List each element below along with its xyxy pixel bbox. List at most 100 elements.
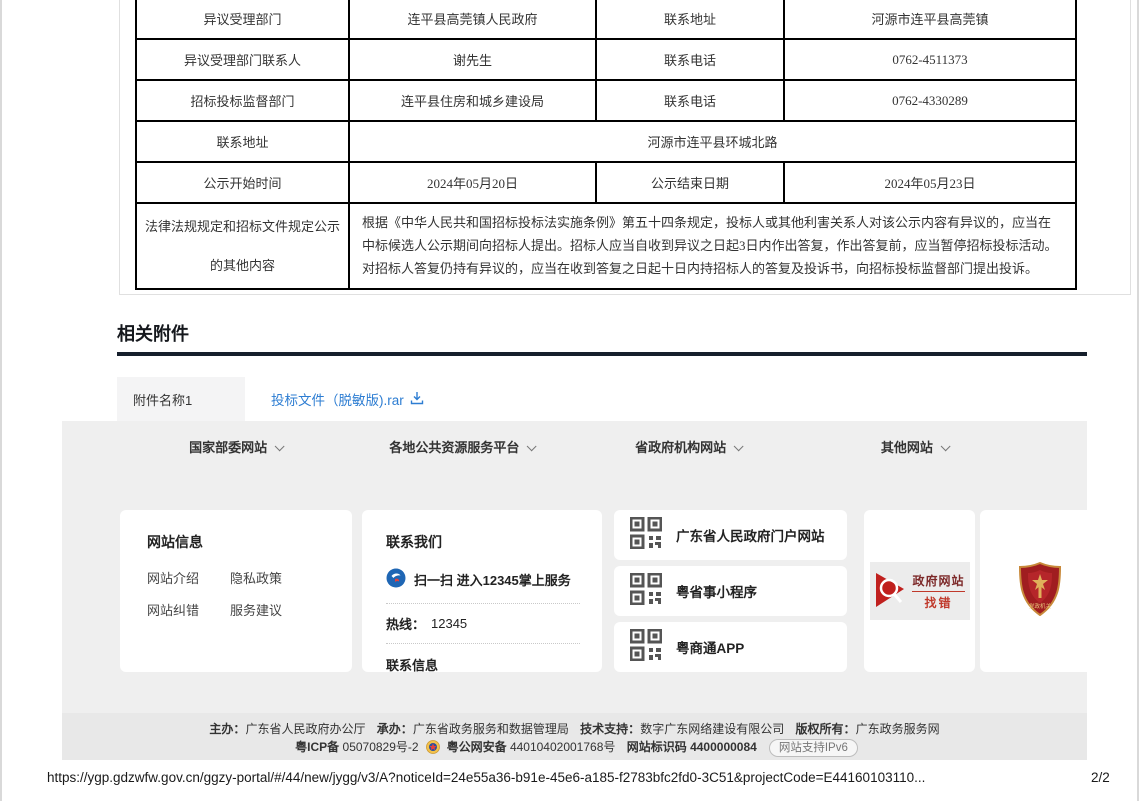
attachment-row: 附件名称1 投标文件（脱敏版).rar bbox=[117, 377, 1087, 421]
table-label-cell: 联系地址 bbox=[596, 0, 784, 39]
scan-12345-text: 扫一扫 进入12345掌上服务 bbox=[414, 570, 571, 589]
table-value-cell: 0762-4511373 bbox=[784, 39, 1076, 80]
copyright-owner-value: 广东政务服务网 bbox=[856, 722, 940, 736]
download-icon[interactable] bbox=[410, 391, 424, 408]
chevron-down-icon bbox=[734, 441, 744, 451]
link-site-intro[interactable]: 网站介绍 bbox=[147, 568, 230, 587]
ipv6-support-pill: 网站支持IPv6 bbox=[769, 739, 858, 757]
link-privacy-policy[interactable]: 隐私政策 bbox=[230, 568, 352, 587]
link-site-error-report[interactable]: 网站纠错 bbox=[147, 600, 230, 619]
notice-info-table: 异议受理部门 连平县高莞镇人民政府 联系地址 河源市连平县高莞镇 异议受理部门联… bbox=[135, 0, 1077, 290]
find-error-magnifier-icon bbox=[874, 569, 908, 614]
gov-agency-shield-icon: 党政机关 bbox=[1019, 562, 1061, 621]
table-label-cell: 联系电话 bbox=[596, 80, 784, 121]
tech-support-label: 技术支持： bbox=[580, 722, 640, 736]
qr-links-stack: 广东省人民政府门户网站 粤省事小程序 粤商通APP bbox=[614, 510, 847, 672]
contact-info-link[interactable]: 联系信息 bbox=[386, 644, 580, 674]
qr-link-gd-gov-portal[interactable]: 广东省人民政府门户网站 bbox=[614, 510, 847, 560]
nav-public-resource-platforms[interactable]: 各地公共资源服务平台 bbox=[348, 437, 574, 456]
gov-agency-shield-card[interactable]: 党政机关 bbox=[980, 510, 1087, 672]
table-label-cell: 异议受理部门 bbox=[136, 0, 349, 39]
copyright-strip: 主办：广东省人民政府办公厅 承办：广东省政务服务和数据管理局 技术支持：数字广东… bbox=[62, 713, 1087, 760]
find-error-badge-text: 政府网站 找错 bbox=[912, 572, 964, 611]
nav-other-sites[interactable]: 其他网站 bbox=[801, 437, 1027, 456]
site-info-title: 网站信息 bbox=[147, 532, 352, 552]
icp-label: 粤ICP备 bbox=[295, 740, 339, 754]
table-label-cell: 联系地址 bbox=[136, 121, 349, 162]
contact-card: 联系我们 扫一扫 进入12345掌上服务 热线： 12345 联系信息 bbox=[362, 510, 602, 672]
friendly-links-bar: 国家部委网站 各地公共资源服务平台 省政府机构网站 其他网站 bbox=[62, 421, 1087, 456]
nav-provincial-gov-sites[interactable]: 省政府机构网站 bbox=[575, 437, 801, 456]
table-label-text: 法律法规规定和招标文件规定公示的其他内容 bbox=[143, 207, 342, 285]
tech-support-value: 数字广东网络建设有限公司 bbox=[640, 722, 784, 736]
qr-code-icon bbox=[630, 573, 662, 610]
print-footer-bar: https://ygp.gdzwfw.gov.cn/ggzy-portal/#/… bbox=[2, 766, 1137, 790]
hotline-row: 热线： 12345 bbox=[386, 604, 580, 644]
attachment-name-tab[interactable]: 附件名称1 bbox=[117, 377, 245, 421]
table-row: 联系地址 河源市连平县环城北路 bbox=[136, 121, 1076, 162]
attachment-download-link[interactable]: 投标文件（脱敏版).rar bbox=[271, 377, 424, 421]
icp-number[interactable]: 05070829号-2 bbox=[343, 740, 419, 754]
table-label-cell: 公示开始时间 bbox=[136, 162, 349, 203]
table-row: 异议受理部门联系人 谢先生 联系电话 0762-4511373 bbox=[136, 39, 1076, 80]
table-legal-text-cell: 根据《中华人民共和国招标投标法实施条例》第五十四条规定，投标人或其他利害关系人对… bbox=[349, 203, 1076, 289]
table-label-cell: 公示结束日期 bbox=[596, 162, 784, 203]
chevron-down-icon bbox=[527, 441, 537, 451]
scan-12345-row[interactable]: 扫一扫 进入12345掌上服务 bbox=[386, 568, 580, 604]
site-info-card: 网站信息 网站介绍 隐私政策 网站纠错 服务建议 bbox=[120, 510, 352, 672]
site-code-label: 网站标识码 bbox=[627, 740, 687, 754]
qr-code-icon bbox=[630, 517, 662, 554]
qr-link-yueshengshi-miniapp[interactable]: 粤省事小程序 bbox=[614, 566, 847, 616]
organizer-label: 承办： bbox=[377, 722, 413, 736]
police-badge-icon bbox=[426, 740, 440, 759]
badge-line1: 政府网站 bbox=[912, 572, 964, 589]
psb-number[interactable]: 44010402001768号 bbox=[510, 740, 615, 754]
qr-link-label: 粤商通APP bbox=[676, 637, 744, 657]
nav-label: 其他网站 bbox=[881, 440, 933, 455]
find-error-badge[interactable]: 政府网站 找错 bbox=[870, 562, 970, 620]
table-row: 招标投标监督部门 连平县住房和城乡建设局 联系电话 0762-4330289 bbox=[136, 80, 1076, 121]
sponsor-value: 广东省人民政府办公厅 bbox=[245, 722, 365, 736]
table-value-cell: 河源市连平县高莞镇 bbox=[784, 0, 1076, 39]
table-label-cell: 联系电话 bbox=[596, 39, 784, 80]
site-footer-band: 国家部委网站 各地公共资源服务平台 省政府机构网站 其他网站 网站信息 网站介绍… bbox=[62, 421, 1087, 713]
copyright-owner-label: 版权所有： bbox=[796, 722, 856, 736]
shield-label-text: 党政机关 bbox=[1029, 602, 1052, 610]
badge-divider bbox=[912, 591, 964, 592]
table-value-cell: 0762-4330289 bbox=[784, 80, 1076, 121]
hotline-label: 热线： bbox=[386, 614, 425, 633]
table-label-cell: 异议受理部门联系人 bbox=[136, 39, 349, 80]
12345-service-icon bbox=[386, 568, 406, 591]
page-url-text: https://ygp.gdzwfw.gov.cn/ggzy-portal/#/… bbox=[47, 770, 925, 785]
table-value-cell: 2024年05月20日 bbox=[349, 162, 596, 203]
table-value-cell: 连平县住房和城乡建设局 bbox=[349, 80, 596, 121]
attachment-file-name[interactable]: 投标文件（脱敏版).rar bbox=[271, 389, 404, 409]
psb-label: 粤公网安备 bbox=[447, 740, 507, 754]
contact-title: 联系我们 bbox=[386, 532, 580, 552]
nav-national-ministry-sites[interactable]: 国家部委网站 bbox=[122, 437, 348, 456]
qr-link-label: 粤省事小程序 bbox=[676, 581, 757, 601]
table-row: 法律法规规定和招标文件规定公示的其他内容 根据《中华人民共和国招标投标法实施条例… bbox=[136, 203, 1076, 289]
qr-link-yueshangtong-app[interactable]: 粤商通APP bbox=[614, 622, 847, 672]
page-number-indicator: 2/2 bbox=[1091, 770, 1110, 785]
organizer-value: 广东省政务服务和数据管理局 bbox=[413, 722, 569, 736]
gov-site-error-badge-card[interactable]: 政府网站 找错 bbox=[864, 510, 975, 672]
qr-code-icon bbox=[630, 629, 662, 666]
print-preview-page: 异议受理部门 连平县高莞镇人民政府 联系地址 河源市连平县高莞镇 异议受理部门联… bbox=[0, 0, 1139, 801]
badge-line2: 找错 bbox=[912, 594, 964, 611]
table-label-cell: 招标投标监督部门 bbox=[136, 80, 349, 121]
link-service-suggestion[interactable]: 服务建议 bbox=[230, 600, 352, 619]
qr-link-label: 广东省人民政府门户网站 bbox=[676, 525, 825, 545]
site-code-value: 4400000084 bbox=[690, 740, 757, 754]
sponsor-label: 主办： bbox=[209, 722, 245, 736]
table-value-cell: 连平县高莞镇人民政府 bbox=[349, 0, 596, 39]
attachments-section-title: 相关附件 bbox=[117, 320, 189, 346]
table-row: 异议受理部门 连平县高莞镇人民政府 联系地址 河源市连平县高莞镇 bbox=[136, 0, 1076, 39]
copyright-line2: 粤ICP备 05070829号-2 粤公网安备 44010402001768号 网… bbox=[62, 738, 1087, 759]
table-value-cell: 河源市连平县环城北路 bbox=[349, 121, 1076, 162]
table-value-cell: 谢先生 bbox=[349, 39, 596, 80]
nav-label: 省政府机构网站 bbox=[635, 440, 726, 455]
hotline-number: 12345 bbox=[431, 616, 467, 631]
section-divider-bar bbox=[117, 352, 1087, 356]
table-value-cell: 2024年05月23日 bbox=[784, 162, 1076, 203]
